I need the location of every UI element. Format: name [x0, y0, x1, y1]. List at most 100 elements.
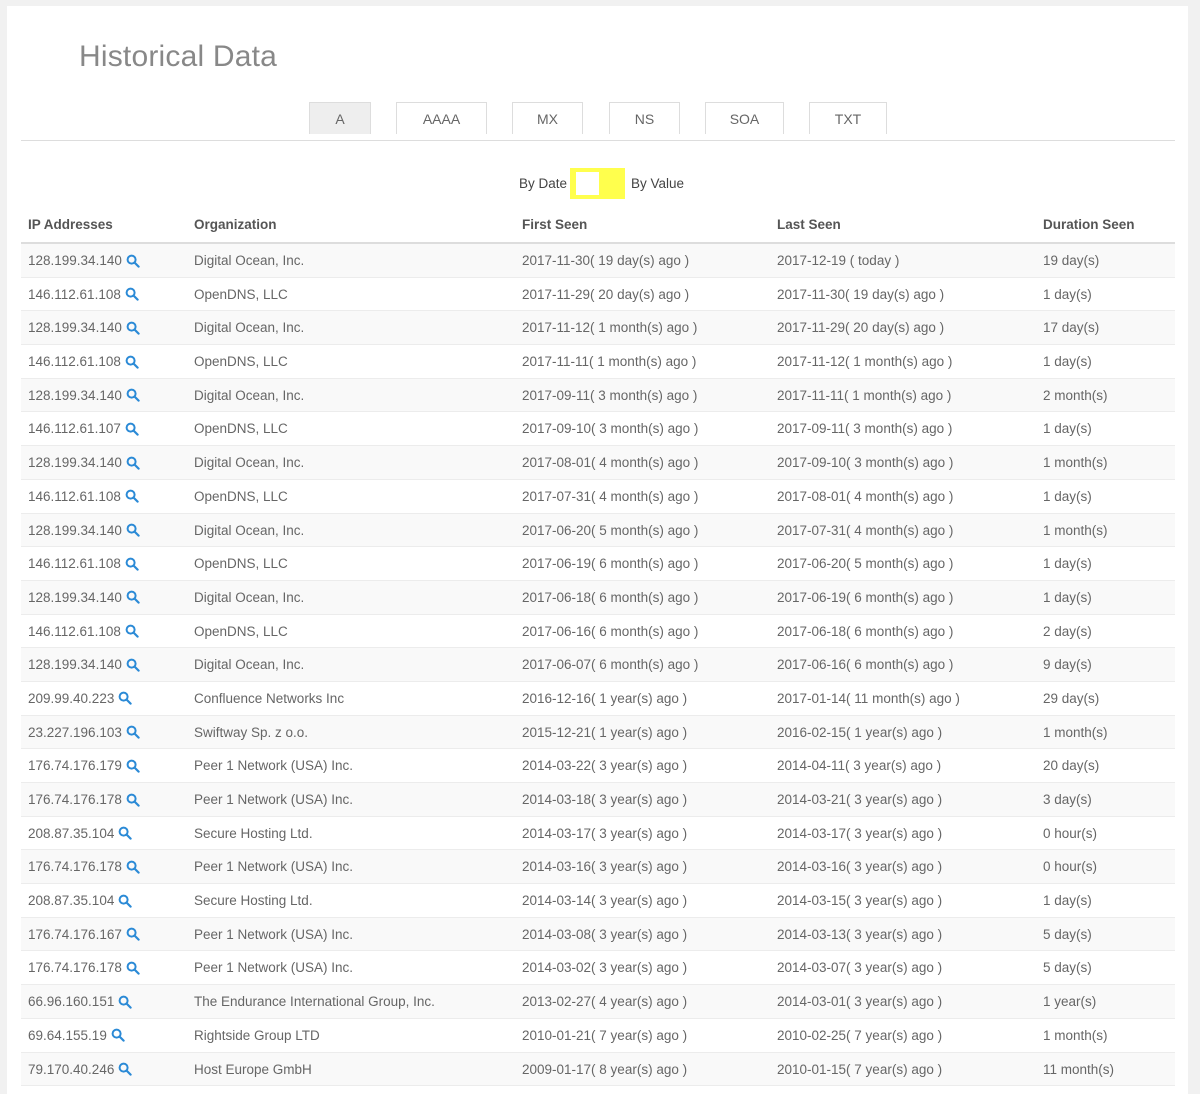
record-type-tabs: A AAAA MX NS SOA TXT [21, 102, 1175, 141]
search-icon[interactable] [125, 557, 139, 571]
search-icon[interactable] [126, 860, 140, 874]
search-icon[interactable] [125, 355, 139, 369]
last-seen-cell: 2014-03-17( 3 year(s) ago ) [777, 825, 943, 841]
history-table-body: 128.199.34.140 Digital Ocean, Inc. 2017-11… [21, 244, 1175, 1087]
organization-cell: Peer 1 Network (USA) Inc. [194, 859, 354, 875]
search-icon[interactable] [126, 793, 140, 807]
search-icon[interactable] [118, 691, 133, 706]
tab-a[interactable]: A [309, 102, 371, 134]
ip-address-cell: 208.87.35.104 [28, 893, 133, 909]
by-date-label: By Date [519, 176, 568, 191]
first-seen-cell: 2017-06-16( 6 month(s) ago ) [522, 623, 699, 639]
duration-cell: 11 month(s) [1043, 1061, 1115, 1077]
first-seen-cell: 2017-08-01( 4 month(s) ago ) [522, 455, 699, 471]
search-icon[interactable] [126, 456, 140, 470]
search-icon[interactable] [126, 927, 140, 941]
organization-cell: OpenDNS, LLC [194, 623, 288, 639]
last-seen-cell: 2017-08-01( 4 month(s) ago ) [777, 488, 954, 504]
duration-cell: 1 month(s) [1043, 522, 1108, 538]
last-seen-cell: 2017-11-30( 19 day(s) ago ) [777, 286, 945, 302]
ip-address-text: 176.74.176.167 [28, 926, 122, 942]
duration-cell: 1 day(s) [1043, 286, 1092, 302]
organization-cell: Confluence Networks Inc [194, 690, 345, 706]
table-row: 128.199.34.140 Digital Ocean, Inc. 2017-11… [21, 244, 1175, 278]
column-header-organization[interactable]: Organization [194, 217, 277, 232]
search-icon[interactable] [126, 725, 140, 739]
first-seen-cell: 2017-11-30( 19 day(s) ago ) [522, 253, 690, 268]
duration-cell: 0 hour(s) [1043, 825, 1098, 841]
organization-cell: Digital Ocean, Inc. [194, 253, 305, 268]
duration-cell: 0 hour(s) [1043, 859, 1098, 875]
ip-address-cell: 208.87.35.104 [28, 825, 133, 841]
search-icon[interactable] [118, 894, 133, 908]
first-seen-cell: 2014-03-16( 3 year(s) ago ) [522, 859, 688, 875]
ip-address-text: 176.74.176.178 [28, 792, 122, 807]
search-icon[interactable] [126, 523, 140, 537]
search-icon[interactable] [126, 321, 140, 335]
search-icon[interactable] [125, 422, 139, 436]
tab-mx[interactable]: MX [512, 102, 583, 134]
first-seen-cell: 2017-06-19( 6 month(s) ago ) [522, 556, 699, 572]
search-icon[interactable] [126, 388, 140, 402]
ip-address-text: 66.96.160.151 [28, 994, 115, 1010]
first-seen-cell: 2014-03-02( 3 year(s) ago ) [522, 960, 688, 976]
last-seen-cell: 2017-01-14( 11 month(s) ago ) [777, 690, 960, 706]
ip-address-cell: 128.199.34.140 [28, 523, 140, 538]
ip-address-cell: 128.199.34.140 [28, 657, 140, 672]
search-icon[interactable] [118, 1062, 133, 1076]
ip-address-text: 208.87.35.104 [28, 893, 115, 909]
ip-address-text: 69.64.155.19 [28, 1027, 107, 1043]
ip-address-text: 128.199.34.140 [28, 253, 122, 268]
tab-aaaa[interactable]: AAAA [396, 102, 487, 134]
column-header-last-seen[interactable]: Last Seen [777, 217, 841, 232]
table-row: 79.170.40.246 Host Europe GmbH 2009-01-17(… [21, 1052, 1175, 1087]
table-row: 146.112.61.108 OpenDNS, LLC 2017-11-29( 20… [21, 278, 1175, 312]
first-seen-cell: 2017-07-31( 4 month(s) ago ) [522, 488, 699, 504]
tab-soa[interactable]: SOA [705, 102, 784, 134]
search-icon[interactable] [126, 254, 140, 268]
organization-cell: Peer 1 Network (USA) Inc. [194, 960, 354, 976]
last-seen-cell: 2010-01-15( 7 year(s) ago ) [777, 1061, 943, 1077]
organization-cell: Digital Ocean, Inc. [194, 387, 305, 403]
search-icon[interactable] [118, 826, 133, 840]
duration-cell: 1 day(s) [1043, 893, 1092, 909]
table-row: 208.87.35.104 Secure Hosting Ltd. 2014-03-… [21, 884, 1175, 918]
ip-address-cell: 146.112.61.108 [28, 624, 139, 639]
search-icon[interactable] [126, 961, 140, 975]
column-header-duration[interactable]: Duration Seen [1043, 217, 1135, 232]
last-seen-cell: 2014-04-11( 3 year(s) ago ) [777, 758, 942, 774]
tab-ns[interactable]: NS [609, 102, 680, 134]
search-icon[interactable] [125, 489, 139, 504]
search-icon[interactable] [111, 1028, 125, 1043]
sort-mode-toggle[interactable] [570, 168, 625, 199]
last-seen-cell: 2017-12-19 ( today ) [777, 253, 900, 268]
first-seen-cell: 2017-11-11( 1 month(s) ago ) [522, 354, 697, 370]
ip-address-text: 208.87.35.104 [28, 825, 115, 841]
organization-cell: Digital Ocean, Inc. [194, 320, 305, 336]
column-header-ip[interactable]: IP Addresses [28, 217, 113, 232]
search-icon[interactable] [126, 590, 140, 605]
table-row: 176.74.176.178 Peer 1 Network (USA) Inc. 2… [21, 850, 1175, 885]
first-seen-cell: 2014-03-18( 3 year(s) ago ) [522, 792, 688, 807]
search-icon[interactable] [125, 624, 139, 638]
organization-cell: Digital Ocean, Inc. [194, 455, 305, 471]
search-icon[interactable] [118, 995, 133, 1009]
table-row: 146.112.61.108 OpenDNS, LLC 2017-07-31( 4 … [21, 480, 1175, 514]
tab-txt[interactable]: TXT [809, 102, 887, 134]
ip-address-cell: 146.112.61.107 [28, 421, 139, 436]
search-icon[interactable] [125, 287, 139, 301]
table-row: 209.99.40.223 Confluence Networks Inc 2016… [21, 682, 1175, 716]
column-header-first-seen[interactable]: First Seen [522, 217, 587, 232]
table-row: 176.74.176.178 Peer 1 Network (USA) Inc. 2… [21, 951, 1175, 986]
search-icon[interactable] [126, 658, 140, 672]
organization-cell: OpenDNS, LLC [194, 354, 288, 370]
first-seen-cell: 2017-06-20( 5 month(s) ago ) [522, 522, 699, 538]
search-icon[interactable] [126, 759, 140, 773]
ip-address-cell: 176.74.176.179 [28, 758, 140, 773]
last-seen-cell: 2014-03-07( 3 year(s) ago ) [777, 960, 943, 976]
last-seen-cell: 2014-03-15( 3 year(s) ago ) [777, 893, 943, 909]
duration-cell: 1 month(s) [1043, 724, 1108, 740]
table-row: 128.199.34.140 Digital Ocean, Inc. 2017-08… [21, 446, 1175, 480]
table-row: 128.199.34.140 Digital Ocean, Inc. 2017-09… [21, 378, 1175, 413]
ip-address-cell: 128.199.34.140 [28, 388, 140, 403]
